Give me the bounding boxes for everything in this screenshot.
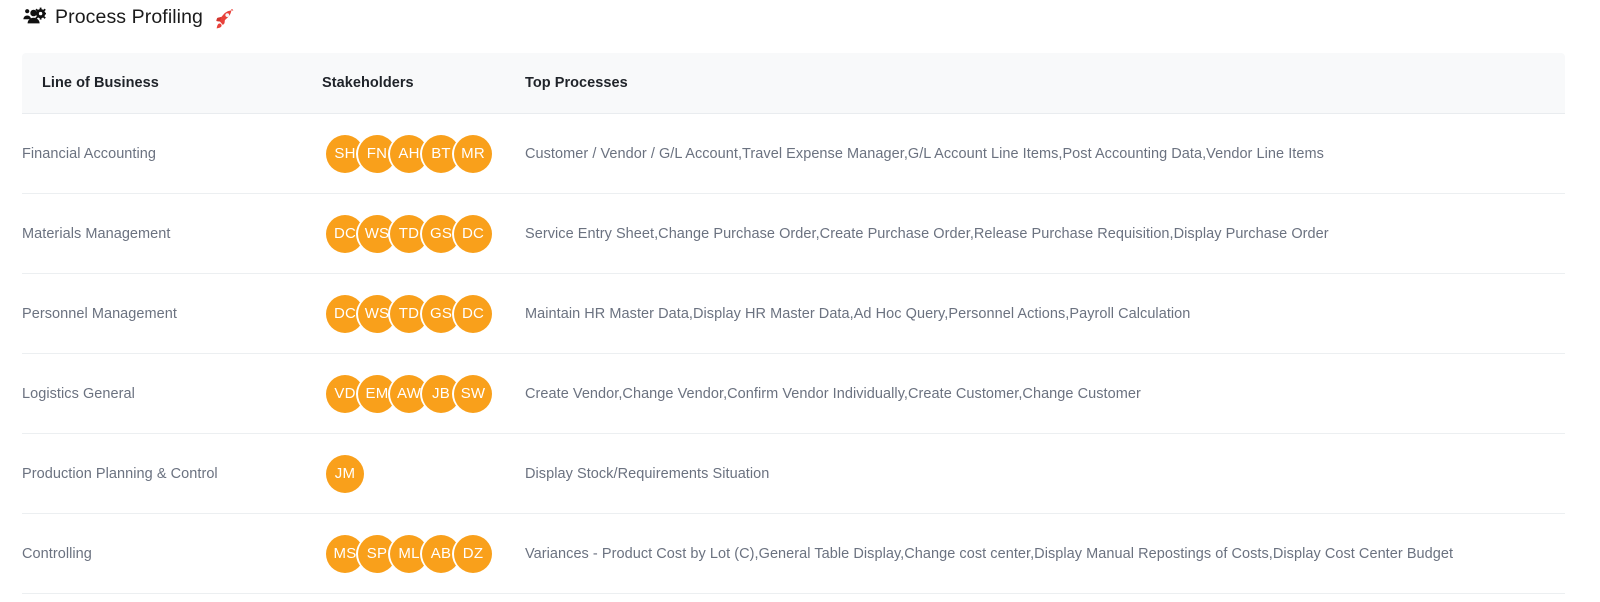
cell-stakeholders: SH FN AH BT MR (322, 113, 525, 194)
users-gear-icon (22, 7, 46, 29)
cell-top-processes: Maintain HR Master Data,Display HR Maste… (525, 273, 1565, 354)
page-header: Process Profiling (0, 0, 1600, 32)
cell-stakeholders: MS SP ML AB DZ (322, 513, 525, 594)
avatar-group: JM (322, 454, 525, 494)
cell-stakeholders: JM (322, 433, 525, 514)
avatar-group: DC WS TD GS DC (322, 294, 525, 334)
column-header-stakeholders[interactable]: Stakeholders (322, 53, 525, 114)
table-header: Line of Business Stakeholders Top Proces… (22, 53, 1565, 114)
avatar[interactable]: DC (454, 294, 492, 333)
cell-top-processes: Display Stock/Requirements Situation (525, 433, 1565, 514)
cell-top-processes: Create Vendor,Change Vendor,Confirm Vend… (525, 353, 1565, 434)
cell-line-of-business: Materials Management (22, 193, 322, 274)
column-header-line-of-business[interactable]: Line of Business (22, 53, 322, 114)
table-row[interactable]: Controlling MS SP ML AB DZ Variances - Product… (22, 513, 1565, 594)
cell-line-of-business: Production Planning & Control (22, 433, 322, 514)
avatar[interactable]: MR (454, 134, 492, 173)
cell-line-of-business: Financial Accounting (22, 113, 322, 194)
avatar-group: VD EM AW JB SW (322, 374, 525, 414)
cell-stakeholders: DC WS TD GS DC (322, 273, 525, 354)
cell-stakeholders: VD EM AW JB SW (322, 353, 525, 434)
cell-line-of-business: Controlling (22, 513, 322, 594)
cell-top-processes: Variances - Product Cost by Lot (C),Gene… (525, 513, 1565, 594)
avatar[interactable]: DC (454, 214, 492, 253)
table-row[interactable]: Personnel Management DC WS TD GS DC Maintain H… (22, 273, 1565, 354)
table-row[interactable]: Materials Management DC WS TD GS DC Service En… (22, 193, 1565, 274)
cell-top-processes: Customer / Vendor / G/L Account,Travel E… (525, 113, 1565, 194)
avatar[interactable]: SW (454, 374, 492, 413)
avatar[interactable]: JM (326, 454, 364, 493)
rocket-icon (214, 8, 235, 30)
cell-stakeholders: DC WS TD GS DC (322, 193, 525, 274)
table-row[interactable]: Production Planning & Control JM Display S… (22, 433, 1565, 514)
process-profiling-table: Line of Business Stakeholders Top Proces… (22, 53, 1565, 594)
cell-line-of-business: Logistics General (22, 353, 322, 434)
table-row[interactable]: Logistics General VD EM AW JB SW Create Vendor… (22, 353, 1565, 434)
page-title: Process Profiling (55, 6, 204, 29)
avatar-group: DC WS TD GS DC (322, 214, 525, 254)
process-profiling-table-wrapper: Line of Business Stakeholders Top Proces… (22, 53, 1565, 594)
table-body: Financial Accounting SH FN AH BT MR Customer /… (22, 113, 1565, 594)
avatar-group: SH FN AH BT MR (322, 134, 525, 174)
table-header-row: Line of Business Stakeholders Top Proces… (22, 53, 1565, 114)
avatar-group: MS SP ML AB DZ (322, 534, 525, 574)
cell-top-processes: Service Entry Sheet,Change Purchase Orde… (525, 193, 1565, 274)
avatar[interactable]: DZ (454, 534, 492, 573)
cell-line-of-business: Personnel Management (22, 273, 322, 354)
table-row[interactable]: Financial Accounting SH FN AH BT MR Customer /… (22, 113, 1565, 194)
column-header-top-processes[interactable]: Top Processes (525, 53, 1565, 114)
